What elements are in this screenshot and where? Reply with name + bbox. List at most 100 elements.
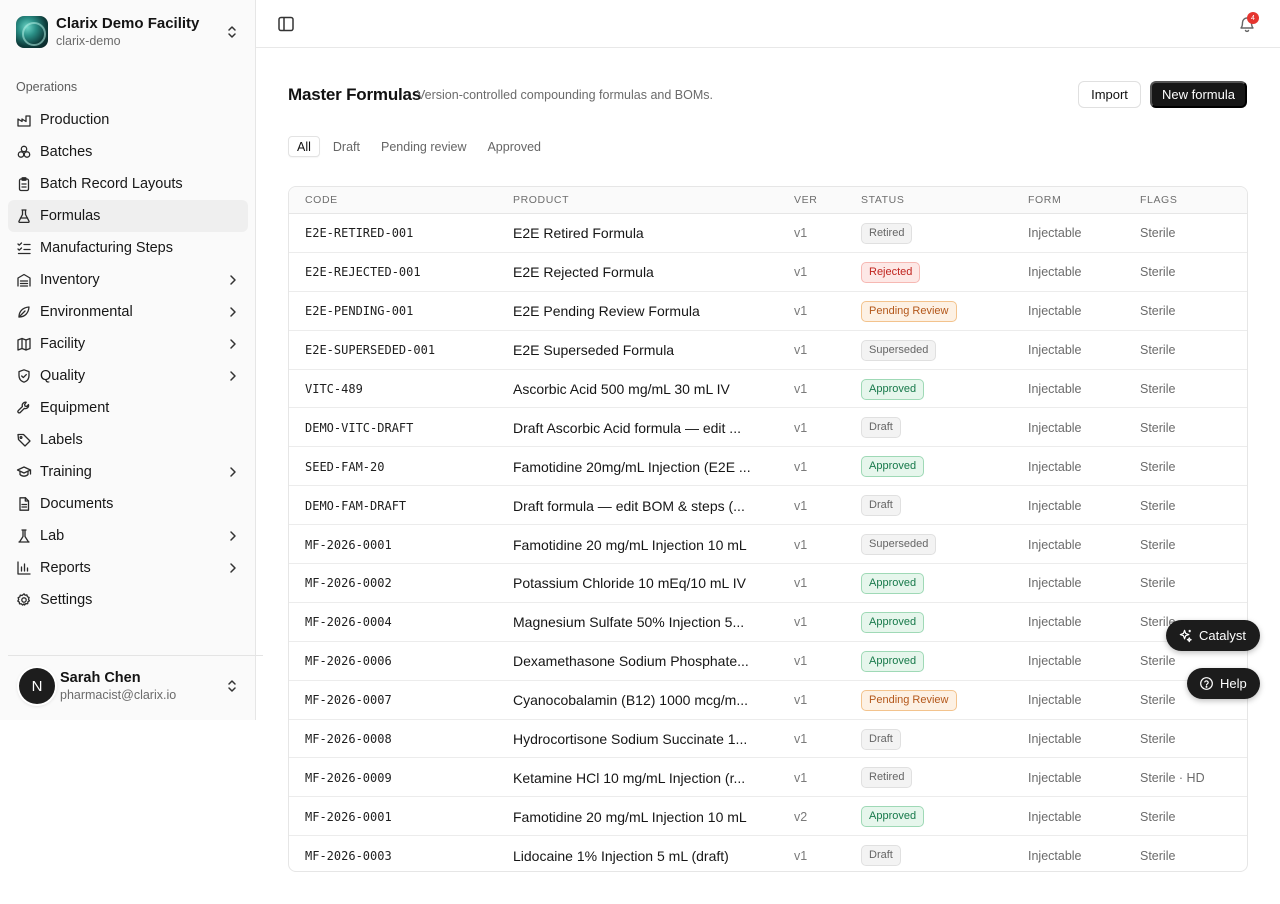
table-row[interactable]: SEED-FAM-20 Famotidine 20mg/mL Injection … (289, 447, 1247, 487)
user-menu[interactable]: N Sarah Chen pharmacist@clarix.io (8, 660, 248, 712)
table-row[interactable]: MF-2026-0001 Famotidine 20 mg/mL Injectio… (289, 797, 1247, 837)
sidebar-item-inventory[interactable]: Inventory (8, 264, 248, 296)
formula-status: Draft (861, 836, 1021, 871)
status-badge: Draft (861, 728, 901, 750)
column-header-ver[interactable]: VER (794, 187, 817, 214)
sidebar-item-formulas[interactable]: Formulas (8, 200, 248, 232)
tab-pending-review[interactable]: Pending review (373, 136, 474, 157)
table-row[interactable]: VITC-489 Ascorbic Acid 500 mg/mL 30 mL IV… (289, 370, 1247, 409)
formula-code: MF-2026-0006 (305, 654, 392, 669)
clipboard-icon (18, 177, 30, 192)
sidebar-item-environmental[interactable]: Environmental (8, 296, 248, 328)
formula-status: Pending Review (861, 681, 1021, 720)
sidebar-item-manufacturing-steps[interactable]: Manufacturing Steps (8, 232, 248, 264)
help-button[interactable]: Help (1187, 668, 1260, 699)
column-header-status[interactable]: STATUS (861, 187, 904, 214)
formula-product: Famotidine 20 mg/mL Injection 10 mL (513, 797, 767, 836)
new-formula-button[interactable]: New formula (1150, 81, 1247, 108)
formula-flags: Sterile (1140, 809, 1176, 824)
sidebar-item-label: Lab (40, 528, 65, 544)
table-row[interactable]: E2E-REJECTED-001 E2E Rejected Formula v1 Re… (289, 253, 1247, 292)
sidebar-item-labels[interactable]: Labels (8, 424, 248, 456)
table-row[interactable]: MF-2026-0009 Ketamine HCl 10 mg/mL Inject… (289, 758, 1247, 798)
status-badge: Approved (861, 611, 925, 633)
sidebar-item-documents[interactable]: Documents (8, 488, 248, 520)
table-row[interactable]: MF-2026-0001 Famotidine 20 mg/mL Injectio… (289, 525, 1247, 565)
formula-status: Rejected (861, 253, 1021, 292)
sidebar-item-quality[interactable]: Quality (8, 360, 248, 392)
formula-status: Retired (861, 214, 1021, 253)
tab-draft[interactable]: Draft (325, 136, 368, 157)
facility-slug: clarix-demo (56, 34, 121, 48)
column-header-flags[interactable]: FLAGS (1140, 187, 1177, 214)
sidebar-item-reports[interactable]: Reports (8, 552, 248, 584)
avatar: N (19, 668, 55, 704)
chevron-right-icon (230, 275, 236, 285)
formula-code: MF-2026-0008 (305, 732, 392, 747)
sidebar-item-equipment[interactable]: Equipment (8, 392, 248, 424)
status-badge: Superseded (861, 339, 937, 361)
sidebar-item-facility[interactable]: Facility (8, 328, 248, 360)
formula-status: Retired (861, 758, 1021, 797)
table-row[interactable]: MF-2026-0008 Hydrocortisone Sodium Succin… (289, 720, 1247, 759)
column-header-product[interactable]: PRODUCT (513, 187, 569, 214)
formula-flags: Sterile (1140, 343, 1176, 358)
sidebar-item-lab[interactable]: Lab (8, 520, 248, 552)
sidebar-item-batch-record-layouts[interactable]: Batch Record Layouts (8, 168, 248, 200)
formula-product: Potassium Chloride 10 mEq/10 mL IV (513, 564, 767, 603)
formula-form: Injectable (1028, 343, 1082, 358)
factory-icon (17, 115, 31, 127)
table-row[interactable]: MF-2026-0002 Potassium Chloride 10 mEq/10… (289, 564, 1247, 603)
table-row[interactable]: MF-2026-0004 Magnesium Sulfate 50% Inject… (289, 603, 1247, 642)
catalyst-button[interactable]: Catalyst (1166, 620, 1260, 651)
chevron-right-icon (230, 371, 236, 381)
chevron-right-icon (230, 467, 236, 477)
table-row[interactable]: MF-2026-0007 Cyanocobalamin (B12) 1000 mc… (289, 681, 1247, 720)
sidebar-toggle-icon[interactable] (276, 14, 296, 34)
formula-product: E2E Superseded Formula (513, 331, 767, 370)
tab-all[interactable]: All (288, 136, 320, 157)
user-text: Sarah Chen pharmacist@clarix.io (60, 670, 224, 703)
table-row[interactable]: MF-2026-0006 Dexamethasone Sodium Phospha… (289, 642, 1247, 681)
column-header-form[interactable]: FORM (1028, 187, 1061, 214)
table-row[interactable]: E2E-PENDING-001 E2E Pending Review Formul… (289, 292, 1247, 331)
formula-flags: Sterile (1140, 576, 1176, 591)
table-row[interactable]: DEMO-FAM-DRAFT Draft formula — edit BOM &… (289, 486, 1247, 526)
sidebar-item-settings[interactable]: Settings (8, 584, 248, 616)
formula-flags: Sterile (1140, 304, 1176, 319)
formula-product-text: Draft Ascorbic Acid formula — edit ... (513, 419, 741, 436)
sidebar-item-production[interactable]: Production (8, 104, 248, 136)
table-row[interactable]: DEMO-VITC-DRAFT Draft Ascorbic Acid formu… (289, 408, 1247, 448)
formula-version: v2 (794, 809, 808, 824)
status-badge: Approved (861, 456, 925, 478)
map-icon (17, 337, 31, 351)
import-button[interactable]: Import (1078, 81, 1141, 108)
table-row[interactable]: E2E-SUPERSEDED-001 E2E Superseded Formula… (289, 331, 1247, 370)
wrench-icon (17, 401, 30, 414)
formula-form: Injectable (1028, 809, 1082, 824)
tab-approved[interactable]: Approved (479, 136, 549, 157)
sidebar-item-batches[interactable]: Batches (8, 136, 248, 168)
chevron-right-icon (230, 307, 236, 317)
formula-product-text: Cyanocobalamin (B12) 1000 mcg/m... (513, 692, 748, 709)
sparkles-icon (1179, 629, 1192, 643)
table-row[interactable]: MF-2026-0003 Lidocaine 1% Injection 5 mL … (289, 836, 1247, 871)
formula-product-text: E2E Pending Review Formula (513, 303, 700, 320)
column-header-code[interactable]: CODE (305, 187, 338, 214)
test-tube-icon (18, 529, 30, 543)
shield-check-icon (18, 369, 30, 383)
formula-status: Approved (861, 642, 1021, 681)
formula-status: Approved (861, 564, 1021, 603)
facility-switcher[interactable]: Clarix Demo Facility clarix-demo (8, 8, 248, 56)
sidebar-item-label: Facility (40, 336, 86, 352)
formula-form: Injectable (1028, 770, 1082, 785)
formula-form: Injectable (1028, 265, 1082, 280)
formula-form: Injectable (1028, 537, 1082, 552)
user-email: pharmacist@clarix.io (60, 687, 177, 702)
table-row[interactable]: E2E-RETIRED-001 E2E Retired Formula v1 Reti… (289, 214, 1247, 253)
formula-form: Injectable (1028, 226, 1082, 241)
formula-code: DEMO-VITC-DRAFT (305, 420, 414, 435)
formula-product-text: Famotidine 20 mg/mL Injection 10 mL (513, 536, 747, 553)
sidebar-item-training[interactable]: Training (8, 456, 248, 488)
formula-status: Draft (861, 408, 1021, 447)
